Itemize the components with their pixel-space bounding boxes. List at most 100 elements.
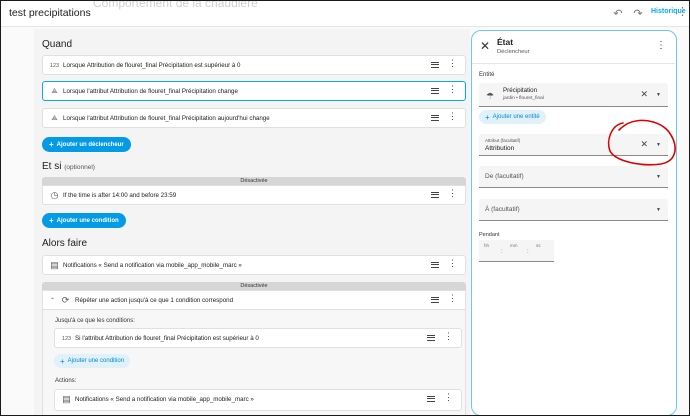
until-condition-text: Si l'attribut Attribution de flouret_fin… [75, 335, 259, 342]
entity-label: Entité [479, 72, 495, 78]
more-vertical-icon[interactable]: ⋮ [656, 40, 666, 51]
trigger-detail-panel: ✕ État Déclencheur ⋮ Entité ☂ Précipitat… [471, 30, 677, 415]
drag-handle-icon[interactable] [431, 115, 439, 121]
trigger-text: Lorsque Attribution de flouret_final Pré… [63, 62, 241, 69]
action-text: Notifications « Send a notification via … [63, 262, 242, 269]
when-section-title: Quand [42, 39, 73, 50]
panel-subtitle: Déclencheur [497, 49, 530, 55]
close-icon[interactable]: ✕ [480, 39, 490, 53]
trigger-text: Lorsque l'attribut Attribution de floure… [63, 115, 270, 122]
add-trigger-label: Ajouter un déclencheur [56, 141, 124, 148]
then-section-title: Alors faire [42, 238, 88, 249]
more-vertical-icon[interactable]: ⋮ [448, 189, 457, 198]
trigger-card[interactable]: ⟁ Lorsque l'attribut Attribution de flou… [42, 81, 466, 101]
repeat-icon: ⟳ [61, 295, 70, 305]
drag-handle-icon[interactable] [431, 297, 439, 303]
state-icon: ⟁ [51, 87, 58, 95]
from-state-select[interactable]: De (facultatif) ▼ [479, 166, 668, 188]
drag-handle-icon[interactable] [427, 335, 435, 341]
attribute-label: Attribut (facultatif) [485, 138, 521, 143]
to-placeholder: À (facultatif) [485, 206, 520, 213]
more-vertical-icon[interactable]: ⋮ [677, 5, 688, 18]
to-state-select[interactable]: À (facultatif) ▼ [479, 199, 668, 221]
add-condition-button[interactable]: + Ajouter une condition [42, 213, 126, 228]
chevron-down-icon[interactable]: ▼ [656, 174, 661, 180]
undo-icon[interactable]: ↶ [611, 6, 625, 20]
chevron-down-icon[interactable]: ▼ [656, 142, 661, 148]
condition-card[interactable]: ◷ If the time is after 14:00 and before … [42, 185, 466, 205]
condition-text: If the time is after 14:00 and before 23… [63, 192, 177, 199]
redo-icon[interactable]: ↷ [631, 6, 645, 20]
numeric-icon: 123 [49, 62, 60, 69]
add-condition-button[interactable]: + Ajouter une condition [54, 354, 131, 368]
disabled-badge: Désactivée [42, 282, 466, 290]
add-entity-label: Ajouter une entité [492, 114, 540, 120]
more-vertical-icon[interactable]: ⋮ [448, 112, 457, 121]
drag-handle-icon[interactable] [431, 262, 439, 268]
chevron-up-icon[interactable]: ⌃ [47, 295, 58, 306]
plus-icon: + [49, 140, 54, 149]
entity-id: jardin • flouret_final [503, 96, 544, 101]
chevron-down-icon[interactable]: ▼ [656, 207, 661, 213]
automation-editor: Quand 123 Lorsque Attribution de flouret… [34, 29, 470, 415]
duration-input[interactable]: hh : mm : ss [479, 240, 554, 262]
attribute-value: Attribution [485, 145, 515, 152]
plus-icon: + [49, 216, 54, 225]
panel-title: État [497, 37, 514, 47]
drag-handle-icon[interactable] [427, 396, 435, 402]
clock-icon: ◷ [50, 190, 59, 200]
repeat-text: Répéter une action jusqu'à ce que 1 cond… [75, 297, 234, 304]
plus-icon: + [485, 112, 490, 122]
chevron-down-icon[interactable]: ▼ [656, 92, 661, 98]
plus-icon: + [60, 356, 65, 366]
drag-handle-icon[interactable] [431, 192, 439, 198]
hours-unit: hh [484, 243, 490, 248]
more-vertical-icon[interactable]: ⋮ [448, 59, 457, 68]
clear-icon[interactable]: ✕ [640, 139, 648, 150]
if-optional-label: (optionnel) [64, 164, 95, 171]
if-title: Et si [42, 161, 62, 172]
until-label: Jusqu'à ce que les conditions: [55, 318, 135, 324]
add-condition-label: Ajouter une condition [67, 358, 125, 364]
weather-icon: ☂ [486, 91, 495, 101]
clear-icon[interactable]: ✕ [640, 89, 648, 100]
from-placeholder: De (facultatif) [485, 173, 524, 180]
trigger-card[interactable]: 123 Lorsque Attribution de flouret_final… [42, 55, 466, 75]
entity-picker[interactable]: ☂ Précipitation jardin • flouret_final ✕… [479, 83, 668, 107]
more-vertical-icon[interactable]: ⋮ [448, 85, 457, 94]
minutes-unit: mm [510, 243, 518, 248]
numeric-icon: 123 [61, 335, 72, 342]
duration-label: Pendant [479, 232, 500, 238]
background-title: Comportement de la chaudière [93, 1, 258, 10]
more-vertical-icon[interactable]: ⋮ [444, 393, 453, 402]
repeat-body: Jusqu'à ce que les conditions: 123 Si l'… [42, 310, 466, 415]
more-vertical-icon[interactable]: ⋮ [448, 294, 457, 303]
nested-action-text: Notifications « Send a notification via … [75, 396, 254, 403]
message-icon: ▤ [50, 260, 59, 270]
drag-handle-icon[interactable] [431, 62, 439, 68]
time-separator: : [527, 249, 529, 255]
nested-action-card[interactable]: ▤ Notifications « Send a notification vi… [54, 389, 462, 411]
top-bar: Comportement de la chaudière test precip… [1, 1, 689, 27]
trigger-card[interactable]: ⟁ Lorsque l'attribut Attribution de flou… [42, 108, 466, 128]
entity-name: Précipitation [503, 87, 538, 94]
until-condition-card[interactable]: 123 Si l'attribut Attribution de flouret… [54, 328, 462, 348]
page-title: test precipitations [9, 7, 91, 19]
actions-label: Actions: [55, 378, 77, 384]
more-vertical-icon[interactable]: ⋮ [444, 332, 453, 341]
state-icon: ⟁ [51, 114, 58, 122]
add-trigger-button[interactable]: + Ajouter un déclencheur [42, 137, 131, 152]
repeat-action-card[interactable]: ⌃ ⟳ Répéter une action jusqu'à ce que 1 … [42, 290, 466, 310]
add-entity-button[interactable]: + Ajouter une entité [479, 110, 546, 124]
add-condition-label: Ajouter une condition [56, 217, 119, 224]
drag-handle-icon[interactable] [431, 88, 439, 94]
message-icon: ▤ [62, 394, 71, 404]
divider [472, 63, 675, 64]
seconds-unit: ss [536, 243, 541, 248]
attribute-select[interactable]: Attribut (facultatif) Attribution ✕ ▼ [479, 134, 668, 156]
time-separator: : [501, 249, 503, 255]
app-window: Comportement de la chaudière test precip… [1, 1, 689, 415]
if-section-title: Et si (optionnel) [42, 161, 95, 172]
more-vertical-icon[interactable]: ⋮ [448, 259, 457, 268]
action-card[interactable]: ▤ Notifications « Send a notification vi… [42, 255, 466, 275]
